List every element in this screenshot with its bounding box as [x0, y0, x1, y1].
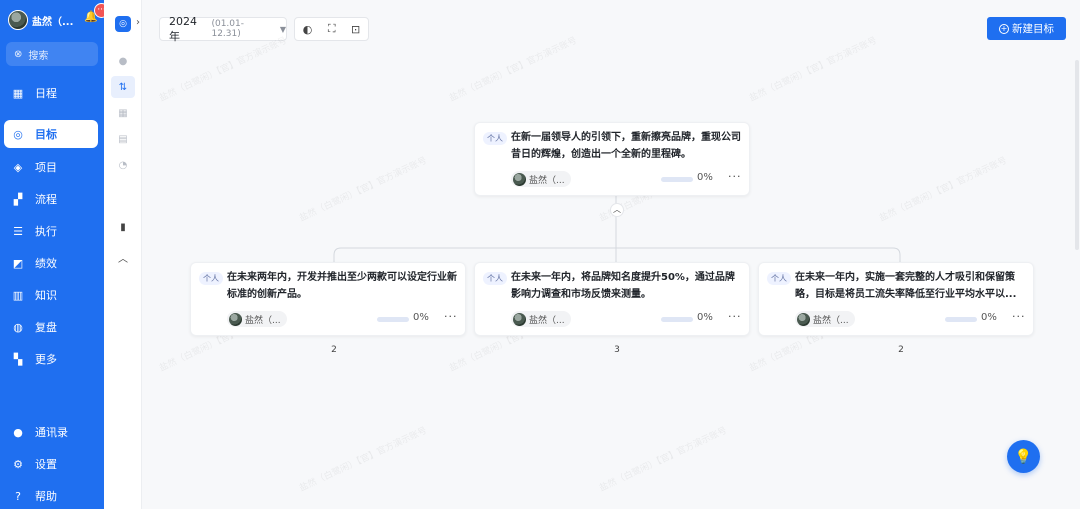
lightbulb-icon: 💡	[1014, 448, 1033, 465]
connector-bar	[333, 247, 901, 262]
more-icon[interactable]: ···	[728, 170, 742, 183]
progress-label: 0%	[697, 172, 713, 183]
personal-tag: 个人	[199, 272, 223, 285]
goal-card[interactable]: 个人 在未来两年内，开发并推出至少两款可以设定行业新标准的创新产品。 盐然（..…	[190, 262, 466, 336]
owner-chip[interactable]: 盐然（...	[511, 171, 571, 187]
avatar	[513, 172, 526, 186]
progress-bar	[945, 317, 977, 322]
owner-name: 盐然（...	[813, 315, 849, 326]
goal-text: 在新一届领导人的引领下，重新擦亮品牌，重现公司昔日的辉煌，创造出一个全新的里程碑…	[511, 132, 741, 160]
personal-tag: 个人	[483, 272, 507, 285]
progress-bar	[377, 317, 409, 322]
goal-text: 在未来两年内，开发并推出至少两款可以设定行业新标准的创新产品。	[227, 272, 457, 300]
scrollbar[interactable]	[1075, 60, 1079, 250]
personal-tag: 个人	[483, 132, 507, 145]
progress-bar	[661, 317, 693, 322]
owner-name: 盐然（...	[529, 315, 565, 326]
sub-goal-count[interactable]: 2	[328, 343, 340, 357]
sub-goal-count[interactable]: 3	[611, 343, 623, 357]
more-icon[interactable]: ···	[1012, 310, 1026, 323]
progress-bar	[661, 177, 693, 182]
goal-card[interactable]: 个人 在未来一年内，实施一套完整的人才吸引和保留策略，目标是将员工流失率降低至行…	[758, 262, 1034, 336]
goal-card[interactable]: 个人 在未来一年内，将品牌知名度提升50%，通过品牌影响力调查和市场反馈来测量。…	[474, 262, 750, 336]
more-icon[interactable]: ···	[444, 310, 458, 323]
progress-label: 0%	[697, 312, 713, 323]
goal-text: 在未来一年内，实施一套完整的人才吸引和保留策略，目标是将员工流失率降低至行业平均…	[795, 272, 1017, 300]
owner-chip[interactable]: 盐然（...	[795, 311, 855, 327]
collapse-children-icon[interactable]: ︿	[610, 203, 624, 217]
goal-text: 在未来一年内，将品牌知名度提升50%，通过品牌影响力调查和市场反馈来测量。	[511, 272, 735, 300]
avatar	[229, 312, 242, 326]
sub-goal-count[interactable]: 2	[895, 343, 907, 357]
avatar	[513, 312, 526, 326]
owner-name: 盐然（...	[529, 175, 565, 186]
goal-card-root[interactable]: 个人 在新一届领导人的引领下，重新擦亮品牌，重现公司昔日的辉煌，创造出一个全新的…	[474, 122, 750, 196]
progress-label: 0%	[981, 312, 997, 323]
more-icon[interactable]: ···	[728, 310, 742, 323]
owner-chip[interactable]: 盐然（...	[227, 311, 287, 327]
personal-tag: 个人	[767, 272, 791, 285]
help-assistant-button[interactable]: 💡	[1007, 440, 1040, 473]
owner-chip[interactable]: 盐然（...	[511, 311, 571, 327]
owner-name: 盐然（...	[245, 315, 281, 326]
progress-label: 0%	[413, 312, 429, 323]
avatar	[797, 312, 810, 326]
tree-connectors	[333, 195, 901, 262]
